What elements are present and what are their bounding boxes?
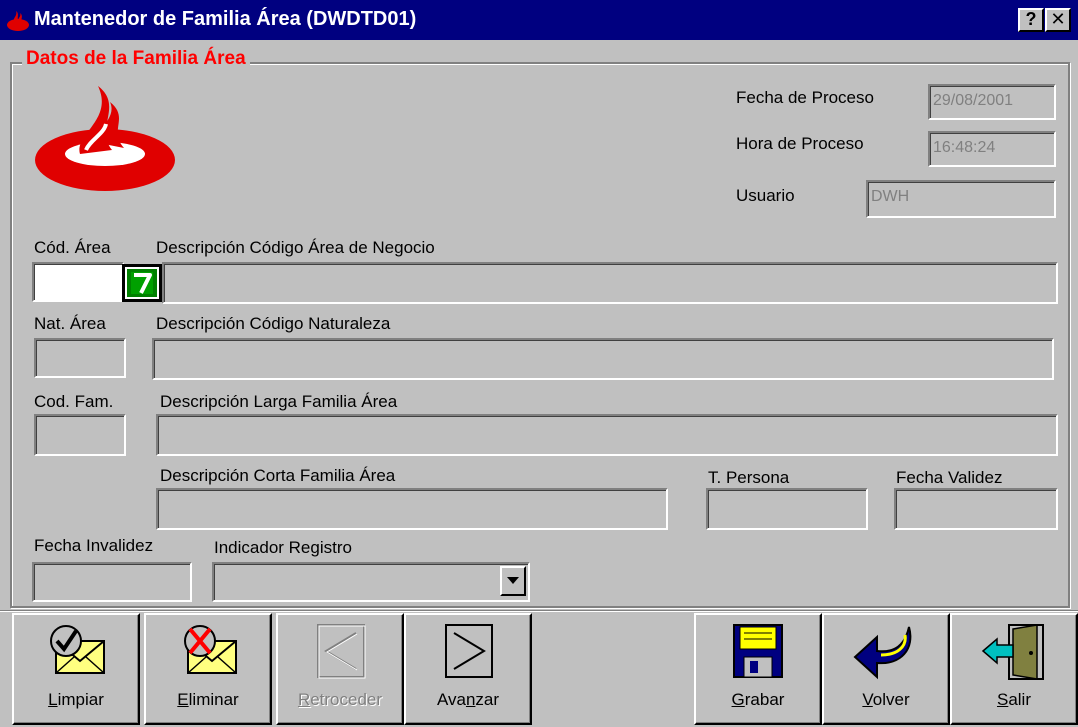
limpiar-label: Limpiar bbox=[48, 690, 104, 709]
desc-larga-field bbox=[156, 414, 1058, 456]
cod-area-input[interactable] bbox=[32, 262, 124, 302]
desc-area-label: Descripción Código Área de Negocio bbox=[156, 238, 435, 257]
retroceder-label: Retroceder bbox=[297, 690, 383, 709]
volver-button[interactable]: Volver bbox=[822, 613, 950, 725]
avanzar-label: Avanzar bbox=[436, 690, 500, 709]
nat-area-label: Nat. Área bbox=[34, 314, 106, 333]
desc-corta-label: Descripción Corta Familia Área bbox=[160, 466, 396, 485]
desc-nat-label: Descripción Código Naturaleza bbox=[156, 314, 391, 333]
chevron-down-icon bbox=[507, 577, 519, 584]
hora-proceso-label: Hora de Proceso bbox=[736, 134, 864, 153]
envelope-check-icon bbox=[50, 625, 105, 674]
fecha-proceso-field: 29/08/2001 bbox=[928, 84, 1056, 120]
window-title: Mantenedor de Familia Área (DWDTD01) bbox=[34, 8, 417, 30]
fecha-invalidez-field bbox=[32, 562, 192, 602]
santander-logo bbox=[35, 86, 175, 191]
fecha-validez-field bbox=[894, 488, 1058, 530]
indicador-select[interactable] bbox=[212, 562, 530, 602]
grabar-label: Grabar bbox=[731, 690, 785, 709]
area-lookup-button[interactable] bbox=[122, 264, 162, 302]
cod-area-label: Cód. Área bbox=[34, 238, 111, 257]
retroceder-button[interactable]: Retroceder bbox=[276, 613, 404, 725]
arrow-left-icon bbox=[317, 624, 366, 679]
eliminar-button[interactable]: Eliminar bbox=[144, 613, 272, 725]
cod-fam-label: Cod. Fam. bbox=[34, 392, 114, 411]
usuario-field: DWH bbox=[866, 180, 1056, 218]
help-button[interactable]: ? bbox=[1018, 8, 1044, 32]
hora-proceso-field: 16:48:24 bbox=[928, 131, 1056, 167]
desc-larga-label: Descripción Larga Familia Área bbox=[160, 392, 398, 411]
salir-button[interactable]: Salir bbox=[950, 613, 1078, 725]
frame-legend: Datos de la Familia Área bbox=[22, 48, 250, 70]
close-button[interactable]: ✕ bbox=[1045, 8, 1071, 32]
fecha-proceso-label: Fecha de Proceso bbox=[736, 88, 874, 107]
avanzar-button[interactable]: Avanzar bbox=[404, 613, 532, 725]
dropdown-arrow-button[interactable] bbox=[500, 566, 526, 596]
t-persona-label: T. Persona bbox=[708, 468, 790, 487]
lookup-list-icon bbox=[131, 272, 153, 294]
envelope-x-icon bbox=[184, 625, 237, 674]
cod-fam-field bbox=[34, 414, 126, 456]
indicador-label: Indicador Registro bbox=[214, 538, 352, 557]
desc-area-field bbox=[162, 262, 1058, 304]
santander-flame-icon bbox=[7, 11, 29, 31]
grabar-button[interactable]: Grabar bbox=[694, 613, 822, 725]
floppy-disk-icon bbox=[733, 624, 783, 678]
toolbar-separator bbox=[0, 610, 1078, 612]
return-arrow-icon bbox=[853, 626, 912, 680]
volver-label: Volver bbox=[862, 690, 910, 709]
fecha-validez-label: Fecha Validez bbox=[896, 468, 1003, 487]
t-persona-field bbox=[706, 488, 868, 530]
exit-door-icon bbox=[981, 624, 1044, 680]
fecha-invalidez-label: Fecha Invalidez bbox=[34, 536, 154, 555]
limpiar-button[interactable]: Limpiar bbox=[12, 613, 140, 725]
desc-nat-field bbox=[152, 338, 1054, 380]
desc-corta-field bbox=[156, 488, 668, 530]
nat-area-field bbox=[34, 338, 126, 378]
title-bar[interactable]: Mantenedor de Familia Área (DWDTD01) ? ✕ bbox=[0, 0, 1078, 42]
eliminar-label: Eliminar bbox=[177, 690, 239, 709]
salir-label: Salir bbox=[996, 690, 1031, 709]
arrow-right-icon bbox=[445, 624, 493, 678]
usuario-label: Usuario bbox=[736, 186, 795, 205]
